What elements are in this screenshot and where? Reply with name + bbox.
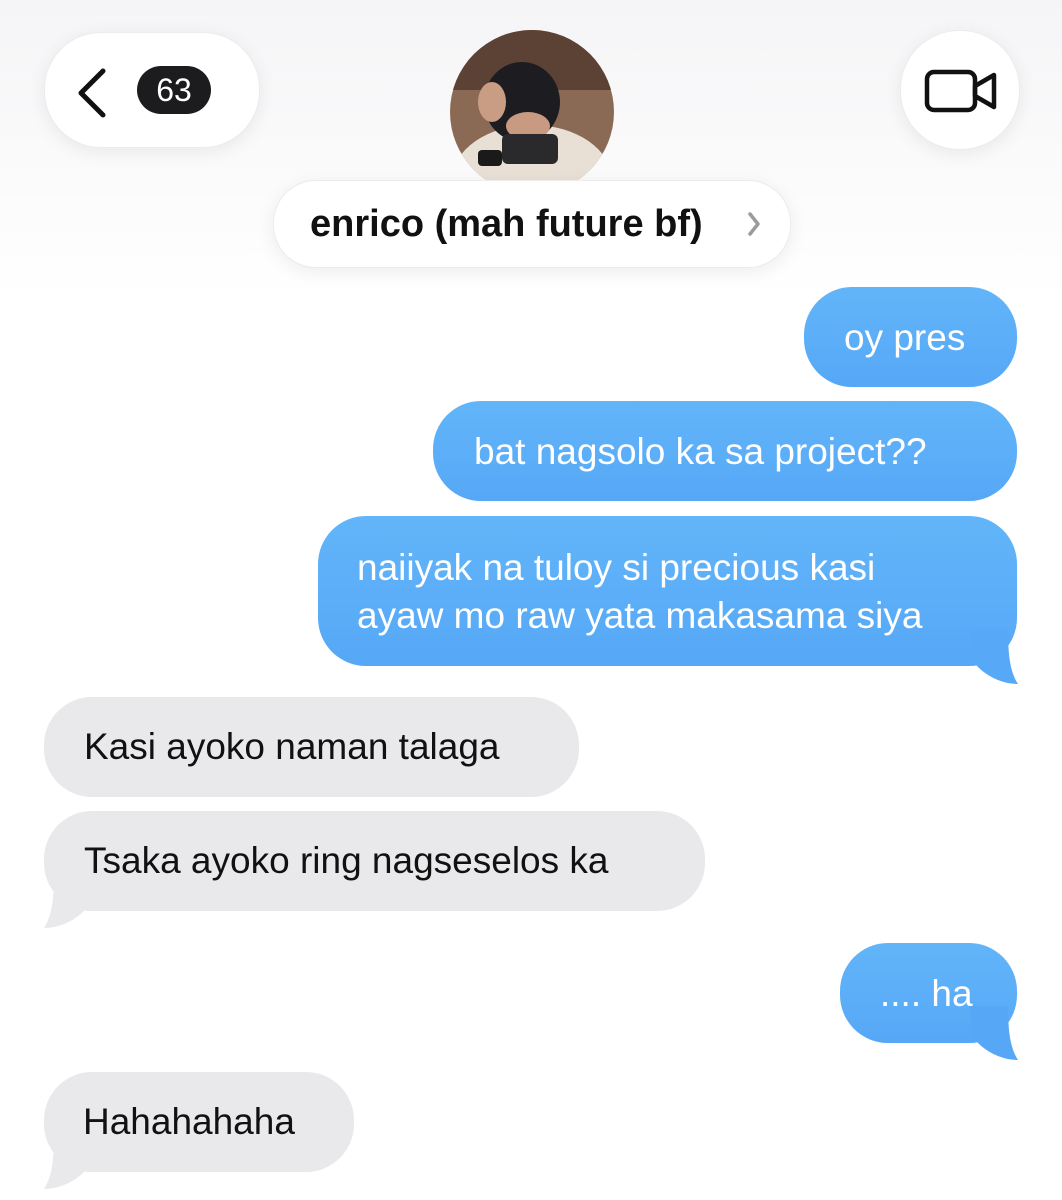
avatar-photo bbox=[450, 30, 614, 194]
message-bubble-sent[interactable]: naiiyak na tuloy si precious kasi ayaw m… bbox=[318, 516, 1017, 666]
message-text: oy pres bbox=[844, 317, 966, 358]
bubble-tail-received bbox=[44, 1135, 92, 1189]
video-call-button[interactable] bbox=[900, 30, 1020, 150]
contact-name-button[interactable]: enrico (mah future bf) bbox=[273, 180, 791, 268]
video-camera-icon bbox=[924, 69, 997, 113]
message-text: Kasi ayoko naman talaga bbox=[84, 726, 500, 767]
message-bubble-sent[interactable]: oy pres bbox=[804, 287, 1017, 387]
message-bubble-received[interactable]: Tsaka ayoko ring nagseselos ka bbox=[44, 811, 705, 911]
chevron-right-icon bbox=[748, 212, 760, 236]
message-text: Tsaka ayoko ring nagseselos ka bbox=[84, 840, 609, 881]
message-bubble-received[interactable]: Kasi ayoko naman talaga bbox=[44, 697, 579, 797]
message-text: bat nagsolo ka sa project?? bbox=[474, 431, 927, 472]
message-text: .... ha bbox=[880, 973, 973, 1014]
chevron-left-icon bbox=[78, 68, 106, 118]
message-bubble-sent[interactable]: bat nagsolo ka sa project?? bbox=[433, 401, 1017, 501]
message-text-line: naiiyak na tuloy si precious kasi bbox=[357, 547, 876, 588]
bubble-tail-received bbox=[44, 874, 92, 928]
message-text: Hahahahaha bbox=[83, 1101, 295, 1142]
contact-name: enrico (mah future bf) bbox=[310, 203, 703, 245]
message-text-line: ayaw mo raw yata makasama siya bbox=[357, 595, 923, 636]
bubble-tail-sent bbox=[970, 1006, 1018, 1060]
bubble-tail-sent bbox=[970, 630, 1018, 684]
contact-avatar[interactable] bbox=[450, 30, 614, 194]
unread-count-badge: 63 bbox=[137, 66, 211, 114]
back-button[interactable]: 63 bbox=[44, 32, 260, 148]
